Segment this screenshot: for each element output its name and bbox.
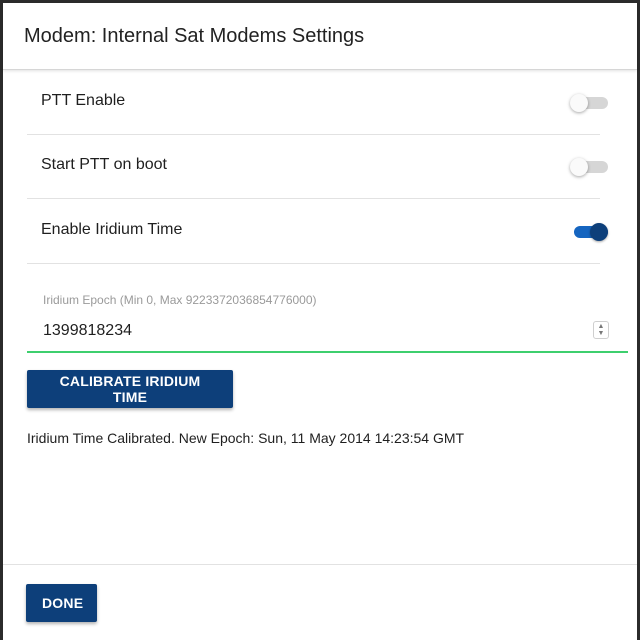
toggle-knob — [570, 158, 588, 176]
toggle-knob — [570, 94, 588, 112]
toggle-knob — [590, 223, 608, 241]
setting-label: Start PTT on boot — [41, 156, 167, 173]
calibrate-iridium-time-button[interactable]: CALIBRATE IRIDIUM TIME — [27, 370, 233, 408]
dialog-title: Modem: Internal Sat Modems Settings — [24, 25, 365, 47]
iridium-epoch-field: Iridium Epoch (Min 0, Max 92233720368547… — [27, 289, 628, 353]
setting-row-enable-iridium-time: Enable Iridium Time — [27, 199, 608, 264]
setting-label: Enable Iridium Time — [41, 221, 183, 238]
dialog-header: Modem: Internal Sat Modems Settings — [3, 3, 637, 70]
setting-label: PTT Enable — [41, 92, 126, 109]
settings-dialog: Modem: Internal Sat Modems Settings PTT … — [0, 0, 640, 640]
calibration-status-message: Iridium Time Calibrated. New Epoch: Sun,… — [27, 430, 465, 446]
chevron-down-icon[interactable]: ▼ — [598, 330, 605, 337]
ptt-enable-toggle[interactable] — [570, 94, 608, 112]
start-ptt-on-boot-toggle[interactable] — [570, 158, 608, 176]
enable-iridium-time-toggle[interactable] — [570, 223, 608, 241]
chevron-up-icon[interactable]: ▲ — [598, 323, 605, 330]
setting-row-ptt-enable: PTT Enable — [27, 70, 608, 135]
setting-row-start-ptt-on-boot: Start PTT on boot — [27, 134, 608, 199]
iridium-epoch-label: Iridium Epoch (Min 0, Max 92233720368547… — [43, 293, 317, 307]
done-button[interactable]: DONE — [26, 584, 97, 622]
iridium-epoch-input[interactable] — [43, 319, 583, 343]
number-spinner-icon[interactable]: ▲ ▼ — [593, 321, 609, 339]
footer-divider — [3, 564, 637, 565]
